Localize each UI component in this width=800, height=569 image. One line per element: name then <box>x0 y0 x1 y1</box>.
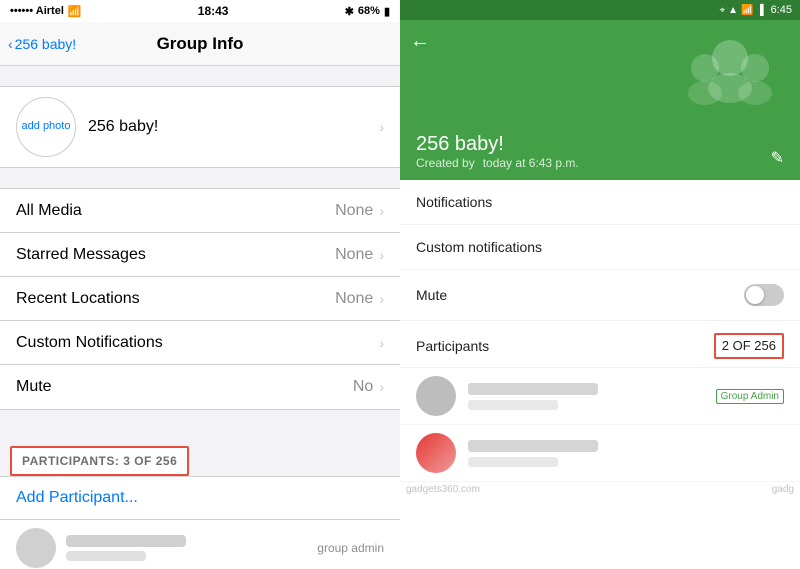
info-section: All Media None › Starred Messages None ›… <box>0 188 400 410</box>
starred-messages-label: Starred Messages <box>16 246 335 264</box>
android-participant-num-2 <box>468 457 558 467</box>
carrier-label: •••••• Airtel <box>10 5 64 17</box>
android-participant-row-1: Group Admin <box>400 368 800 425</box>
back-chevron-icon: ‹ <box>8 36 13 52</box>
wifi-icon: 📶 <box>68 5 82 18</box>
mute-value: No <box>353 378 373 396</box>
wifi-icon: ▲ <box>728 5 738 16</box>
participants-header-label: PARTICIPANTS: 3 OF 256 <box>22 454 177 468</box>
right-panel: ⌖ ▲ 📶 ▐ 6:45 ← 256 baby! Cr <box>400 0 800 569</box>
custom-notifications-chevron-icon: › <box>379 335 384 351</box>
android-participant-info-1 <box>468 383 704 410</box>
android-info-list: Notifications Custom notifications Mute … <box>400 180 800 482</box>
android-watermark-right: gadg <box>772 484 794 495</box>
android-group-admin-badge: Group Admin <box>716 389 784 404</box>
participants-header: Participants 2 OF 256 <box>400 321 800 368</box>
android-status-icons: ⌖ ▲ 📶 ▐ 6:45 <box>719 4 792 16</box>
android-avatar-2 <box>416 433 456 473</box>
mute-row[interactable]: Mute <box>400 270 800 321</box>
participants-wrapper: PARTICIPANTS: 3 OF 256 <box>0 430 400 476</box>
android-time: 6:45 <box>771 4 792 16</box>
participant-avatar-1 <box>16 528 56 568</box>
back-label: 256 baby! <box>15 36 77 52</box>
all-media-value: None <box>335 202 373 220</box>
all-media-label: All Media <box>16 202 335 220</box>
android-watermark-row: gadgets360.com gadg <box>400 482 800 497</box>
add-photo-button[interactable]: add photo <box>16 97 76 157</box>
group-svg-icon <box>675 33 785 108</box>
android-participant-info-2 <box>468 440 784 467</box>
recent-locations-chevron-icon: › <box>379 291 384 307</box>
android-group-created: Created by today at 6:43 p.m. <box>416 156 784 170</box>
participant-sub-1 <box>66 551 146 561</box>
ios-content: add photo 256 baby! › All Media None › S… <box>0 66 400 569</box>
starred-messages-value: None <box>335 246 373 264</box>
mute-label: Mute <box>416 287 744 303</box>
group-admin-badge: group admin <box>317 541 384 555</box>
mute-label: Mute <box>16 378 353 396</box>
android-participant-name-2 <box>468 440 598 452</box>
mute-chevron-icon: › <box>379 379 384 395</box>
participant-info-1 <box>66 535 307 561</box>
notifications-label: Notifications <box>416 194 784 210</box>
participants-count: 2 OF 256 <box>722 338 776 353</box>
custom-notifications-row[interactable]: Custom notifications <box>400 225 800 270</box>
all-media-chevron-icon: › <box>379 203 384 219</box>
recent-locations-value: None <box>335 290 373 308</box>
android-edit-button[interactable]: ✎ <box>771 148 784 168</box>
starred-messages-chevron-icon: › <box>379 247 384 263</box>
notifications-row[interactable]: Notifications <box>400 180 800 225</box>
custom-notifications-row[interactable]: Custom Notifications › <box>0 321 400 365</box>
battery-icon: ▐ <box>756 5 763 16</box>
mute-toggle[interactable] <box>744 284 784 306</box>
android-group-name: 256 baby! <box>416 133 784 156</box>
nav-title: Group Info <box>157 34 244 54</box>
add-participant-label: Add Participant... <box>16 489 138 506</box>
android-status-bar: ⌖ ▲ 📶 ▐ 6:45 <box>400 0 800 20</box>
group-illustration <box>670 30 790 110</box>
android-avatar-1 <box>416 376 456 416</box>
android-avatar-img-2 <box>416 433 456 473</box>
battery-icon: ▮ <box>384 5 390 18</box>
custom-notifications-label: Custom notifications <box>416 239 784 255</box>
participant-name-1 <box>66 535 186 547</box>
group-name: 256 baby! <box>88 118 367 136</box>
android-participant-num-1 <box>468 400 558 410</box>
mute-row[interactable]: Mute No › <box>0 365 400 409</box>
android-back-button[interactable]: ← <box>410 30 430 53</box>
recent-locations-row[interactable]: Recent Locations None › <box>0 277 400 321</box>
participants-label: Participants <box>416 338 489 354</box>
battery-label: 68% <box>358 5 380 17</box>
location-icon: ⌖ <box>719 5 725 16</box>
bluetooth-icon: ✱ <box>345 5 354 18</box>
add-participant-row[interactable]: Add Participant... <box>0 476 400 520</box>
android-participant-row-2 <box>400 425 800 482</box>
android-group-name-section: 256 baby! Created by today at 6:43 p.m. <box>416 133 784 170</box>
ios-status-right: ✱ 68% ▮ <box>345 5 390 18</box>
back-button[interactable]: ‹ 256 baby! <box>8 36 76 52</box>
ios-status-bar: •••••• Airtel 📶 18:43 ✱ 68% ▮ <box>0 0 400 22</box>
signal-icon: 📶 <box>741 5 753 16</box>
all-media-row[interactable]: All Media None › <box>0 189 400 233</box>
created-time: today at 6:43 p.m. <box>483 156 579 170</box>
participant-row-1: group admin <box>0 520 400 569</box>
ios-nav-bar: ‹ 256 baby! Group Info <box>0 22 400 66</box>
starred-messages-row[interactable]: Starred Messages None › <box>0 233 400 277</box>
ios-time: 18:43 <box>198 4 229 18</box>
custom-notifications-label: Custom Notifications <box>16 334 379 352</box>
add-photo-label: add photo <box>22 120 71 133</box>
android-header: ← 256 baby! Created by today at 6:43 p.m… <box>400 20 800 180</box>
group-chevron-icon: › <box>379 119 384 135</box>
android-participant-name-1 <box>468 383 598 395</box>
group-header: add photo 256 baby! › <box>0 86 400 168</box>
recent-locations-label: Recent Locations <box>16 290 335 308</box>
left-panel: •••••• Airtel 📶 18:43 ✱ 68% ▮ ‹ 256 baby… <box>0 0 400 569</box>
ios-status-left: •••••• Airtel 📶 <box>10 5 82 18</box>
created-by-label: Created by <box>416 156 475 170</box>
android-watermark-left: gadgets360.com <box>406 484 480 495</box>
